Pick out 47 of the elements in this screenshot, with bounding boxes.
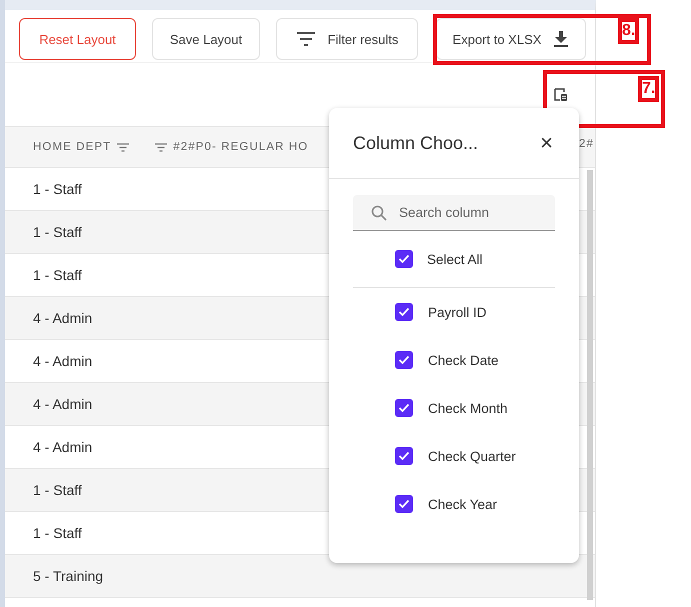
option-label: Select All [427,252,483,266]
check-icon [398,307,410,317]
table-cell: 4 - Admin [33,396,92,412]
table-cell: 1 - Staff [33,267,82,283]
filter-icon [296,32,316,46]
check-icon [398,451,410,461]
column-header[interactable]: HOME DEPT [33,141,130,153]
option-label: Check Year [428,496,498,512]
annotation-label: 7. [638,76,660,102]
table-cell: 4 - Admin [33,310,92,326]
checkbox[interactable] [395,447,413,465]
search-input[interactable]: Search column [397,204,551,221]
table-cell: 4 - Admin [33,439,92,455]
option-label: Payroll ID [428,304,487,320]
checkbox[interactable] [395,351,413,369]
checkbox[interactable] [395,250,413,268]
close-button[interactable]: × [538,130,555,156]
option-label: Check Date [428,352,499,368]
column-header[interactable]: #2#P0- REGULAR HO [155,141,308,153]
panel-title: Column Choo... [353,132,478,154]
checkbox[interactable] [395,399,413,417]
checkbox[interactable] [395,495,413,513]
check-icon [398,355,410,365]
check-icon [398,254,410,264]
export-button[interactable]: Export to XLSX [436,18,586,60]
column-chooser-icon[interactable] [553,86,569,102]
filter-icon [117,142,130,152]
search-field[interactable]: Search column [353,195,555,231]
save-layout-button[interactable]: Save Layout [152,18,260,60]
reset-layout-button[interactable]: Reset Layout [19,18,136,60]
filter-button[interactable]: Filter results [276,18,418,60]
check-icon [398,403,410,413]
column-header[interactable]: 2# [579,138,594,150]
table-cell: 4 - Admin [33,353,92,369]
option-label: Check Quarter [428,448,516,464]
table-cell: 1 - Staff [33,224,82,240]
checkbox[interactable] [395,303,413,321]
annotation-label: 8. [618,18,640,44]
check-icon [398,499,410,509]
option-label: Check Month [428,400,508,416]
table-cell: 5 - Training [33,568,104,584]
table-cell: 1 - Staff [33,181,82,197]
table-cell: 1 - Staff [33,525,82,541]
search-icon [371,204,387,220]
filter-icon [155,142,168,152]
download-icon [553,30,570,48]
table-cell: 1 - Staff [33,482,82,498]
